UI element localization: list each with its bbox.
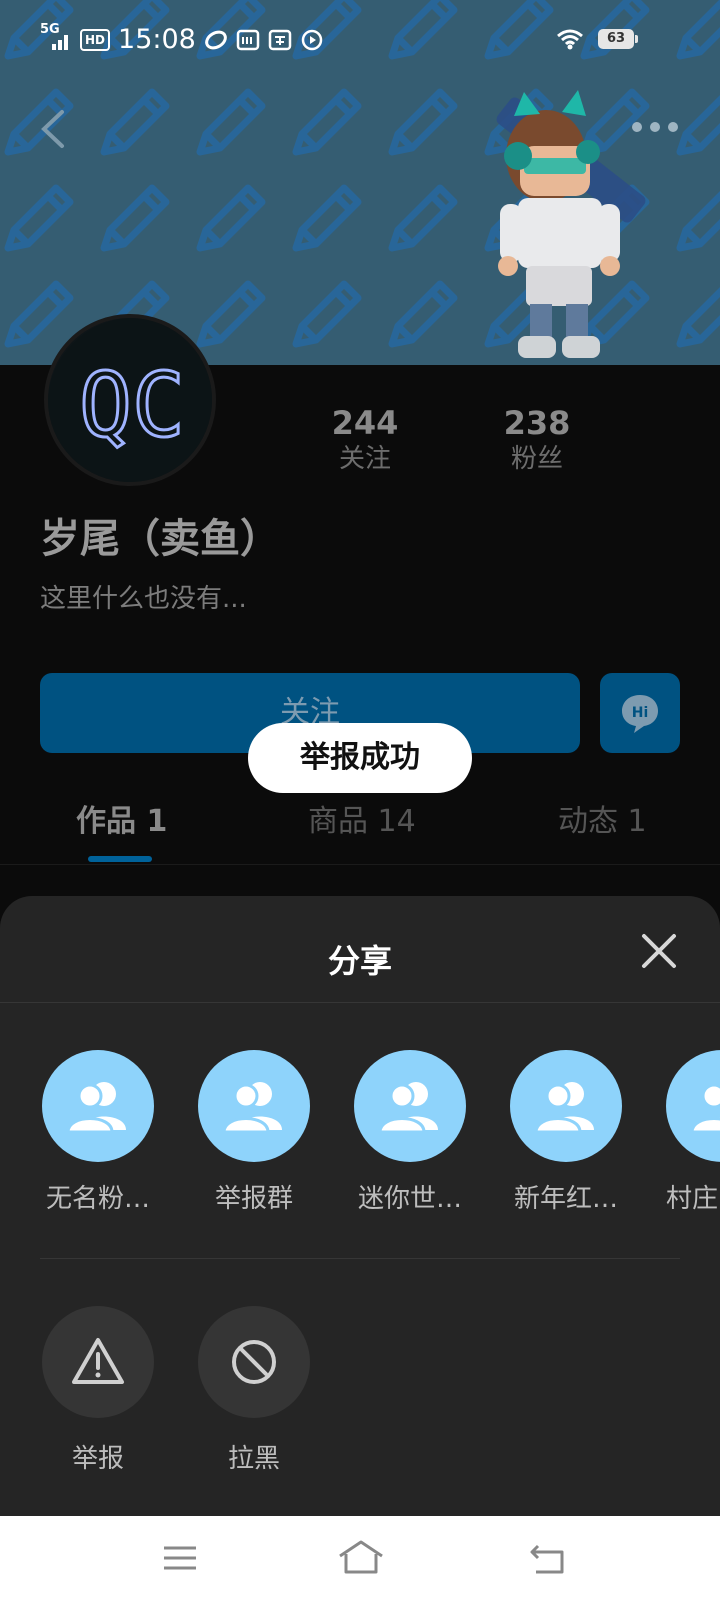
share-target-1[interactable]: 无名粉… [42,1050,154,1214]
chat-hi-icon: Hi [622,695,658,733]
close-icon [642,934,676,968]
svg-text:Hi: Hi [632,705,649,721]
divider [40,1258,680,1259]
hd-badge: HD [80,28,111,51]
share-target-3[interactable]: 迷你世… [354,1050,466,1214]
group-icon [222,1082,282,1134]
divider [0,864,720,865]
back-nav-button[interactable] [528,1538,568,1578]
following-label: 关注 [338,444,391,474]
home-button[interactable] [336,1538,386,1578]
weibo-icon [204,30,227,49]
clock: 15:08 [118,24,196,55]
taobao-icon [268,29,292,50]
divider [0,1002,720,1003]
tab-indicator [88,856,152,862]
system-nav-bar [0,1516,720,1600]
chat-button[interactable]: Hi [600,673,680,753]
dot [668,122,678,132]
following-stat[interactable]: 244 关注 [305,404,425,476]
back-button[interactable] [34,104,74,154]
share-target-label: 村庄 [666,1184,719,1214]
tab-works[interactable]: 作品 1 [76,796,167,840]
back-arrow-icon [530,1544,564,1574]
share-target-label: 迷你世… [357,1184,462,1214]
block-icon [232,1340,276,1384]
chevron-left-icon [41,110,64,148]
share-target-label: 无名粉… [45,1184,150,1214]
report-action[interactable]: 举报 [42,1306,154,1474]
iqiyi-icon [236,29,260,50]
share-target-2[interactable]: 举报群 [198,1050,310,1214]
menu-icon [164,1546,196,1570]
avatar-text: QC [79,354,185,457]
signal-icon: 5G [40,22,72,52]
block-label: 拉黑 [227,1444,280,1474]
sheet-title: 分享 [327,942,392,980]
followers-stat[interactable]: 238 粉丝 [477,404,597,476]
share-target-label: 新年红… [513,1184,618,1214]
avatar[interactable]: QC [44,314,216,486]
toast-message: 举报成功 [248,723,472,793]
tab-activity[interactable]: 动态 1 [558,796,647,840]
recents-button[interactable] [160,1538,200,1578]
group-icon [534,1082,594,1134]
group-icon [690,1083,720,1134]
block-action[interactable]: 拉黑 [198,1306,310,1474]
group-icon [378,1082,438,1134]
tab-products[interactable]: 商品 14 [308,796,416,840]
group-icon [66,1082,126,1134]
status-bar: 5G HD 15:08 63 [0,0,720,80]
username: 岁尾（卖鱼） [40,516,280,562]
followers-count: 238 [503,404,571,442]
video-icon [301,29,323,50]
battery-indicator: 63 [598,29,638,49]
wifi-icon [557,29,583,50]
dot [650,122,660,132]
share-target-5[interactable]: 村庄 [666,1050,720,1214]
home-icon [339,1540,383,1574]
share-target-label: 举报群 [214,1184,293,1214]
warning-icon [72,1338,124,1384]
more-options-button[interactable] [632,112,682,142]
share-target-4[interactable]: 新年红… [510,1050,622,1214]
bio: 这里什么也没有... [40,584,247,614]
report-label: 举报 [71,1444,124,1474]
close-button[interactable] [638,930,680,972]
followers-label: 粉丝 [510,444,563,474]
following-count: 244 [331,404,399,442]
dot [632,122,642,132]
share-sheet: 分享 无名粉… 举报群 迷你世… 新年红… 村庄 举报 拉黑 [0,896,720,1516]
